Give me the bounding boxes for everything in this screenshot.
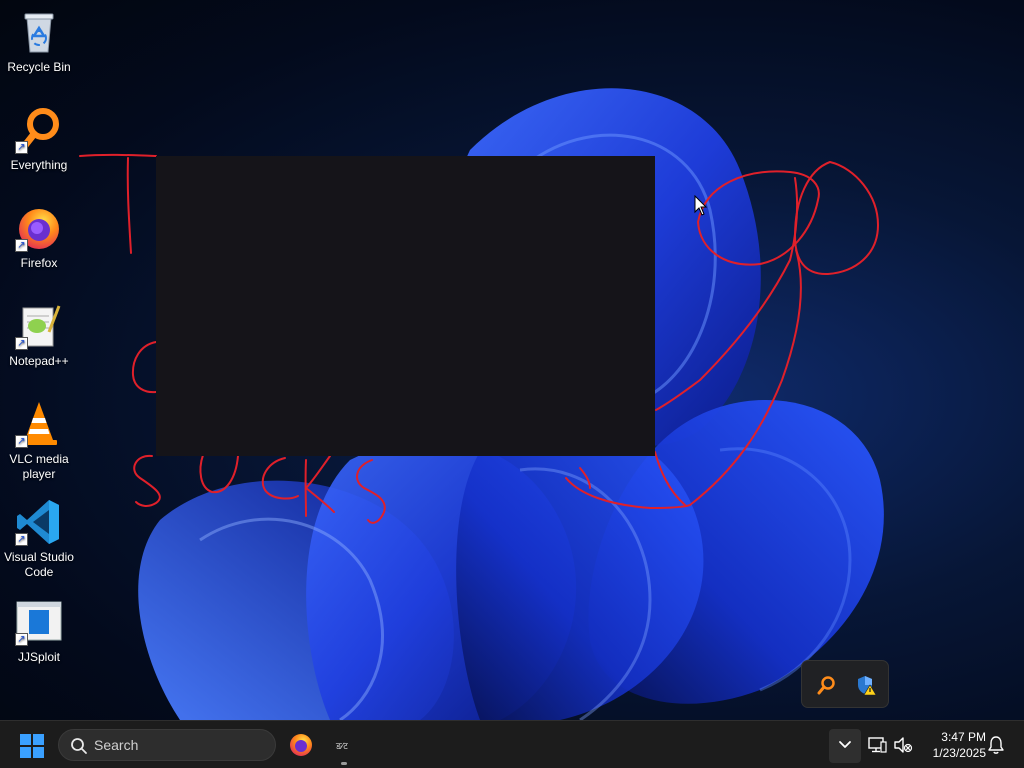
notepad-plus-plus-icon: ↗ — [15, 302, 63, 350]
taskbar-clock[interactable]: 3:47 PM 1/23/2025 — [920, 729, 986, 761]
firefox-icon: ↗ — [15, 204, 63, 252]
clock-time: 3:47 PM — [941, 730, 986, 744]
desktop-icon-label: Notepad++ — [9, 354, 69, 368]
vscode-icon: ↗ — [15, 498, 63, 546]
everything-search-icon: ↗ — [15, 106, 63, 154]
recycle-bin-icon — [15, 8, 63, 56]
vlc-icon: ↗ — [15, 400, 63, 448]
shortcut-arrow-icon: ↗ — [15, 239, 28, 252]
desktop-icon-recycle-bin[interactable]: Recycle Bin — [2, 8, 76, 75]
taskbar-app-firefox[interactable] — [288, 732, 314, 758]
notification-bell-icon[interactable] — [987, 735, 1005, 755]
chevron-down-icon — [839, 741, 851, 748]
jjsploit-icon: ↗ — [15, 598, 63, 646]
svg-text:ङ∕ट: ङ∕ट — [335, 741, 348, 751]
everything-search-icon[interactable] — [815, 674, 837, 696]
show-hidden-icons-button[interactable] — [829, 729, 861, 763]
taskbar-search-box[interactable]: Search — [58, 729, 276, 761]
search-icon — [71, 738, 87, 754]
security-warning-icon[interactable] — [855, 674, 877, 696]
mouse-cursor-icon — [694, 195, 708, 216]
shortcut-arrow-icon: ↗ — [15, 633, 28, 646]
search-label: Search — [94, 737, 139, 753]
desktop-icon-jjsploit[interactable]: ↗ JJSploit — [2, 598, 76, 665]
redacted-window-area — [156, 156, 655, 456]
desktop-icon-label: Firefox — [20, 256, 58, 270]
desktop-icon-label: Visual Studio Code — [4, 550, 74, 579]
shortcut-arrow-icon: ↗ — [15, 533, 28, 546]
desktop[interactable]: Recycle Bin ↗ Everything ↗ Firefox ↗ Not… — [0, 0, 1024, 720]
desktop-icon-notepad-plus-plus[interactable]: ↗ Notepad++ — [2, 302, 76, 369]
volume-muted-icon[interactable] — [893, 736, 913, 754]
taskbar: Search ङ∕ट 3:47 PM 1/23/2025 — [0, 720, 1024, 768]
tray-overflow-flyout — [801, 660, 889, 708]
shortcut-arrow-icon: ↗ — [15, 435, 28, 448]
desktop-icon-label: Recycle Bin — [7, 60, 71, 74]
taskbar-app-jjsploit[interactable]: ङ∕ट — [332, 732, 358, 765]
network-icon[interactable] — [867, 736, 887, 754]
shortcut-arrow-icon: ↗ — [15, 141, 28, 154]
desktop-icon-label: JJSploit — [17, 650, 61, 664]
desktop-icon-vscode[interactable]: ↗ Visual Studio Code — [2, 498, 76, 580]
desktop-icon-vlc[interactable]: ↗ VLC media player — [2, 400, 76, 482]
desktop-icon-everything[interactable]: ↗ Everything — [2, 106, 76, 173]
shortcut-arrow-icon: ↗ — [15, 337, 28, 350]
clock-date: 1/23/2025 — [932, 746, 986, 760]
desktop-icon-label: VLC media player — [9, 452, 69, 481]
start-button[interactable] — [19, 733, 45, 759]
desktop-icon-firefox[interactable]: ↗ Firefox — [2, 204, 76, 271]
jjsploit-icon: ङ∕ट — [335, 741, 348, 751]
desktop-icon-label: Everything — [10, 158, 68, 172]
